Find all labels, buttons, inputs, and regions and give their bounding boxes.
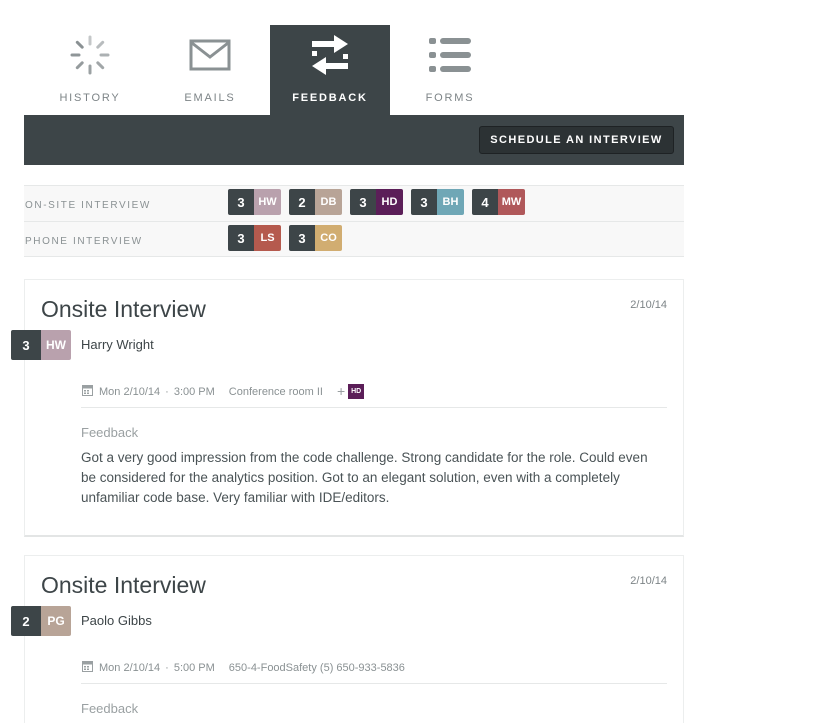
tab-forms[interactable]: FORMS xyxy=(390,25,510,115)
divider xyxy=(81,407,667,408)
candidate-score-badge[interactable]: 2 PG xyxy=(11,606,71,636)
score: 3 xyxy=(411,189,437,215)
calendar-icon xyxy=(82,384,93,399)
score: 3 xyxy=(11,330,41,360)
summary-row-label: PHONE INTERVIEW xyxy=(25,236,143,247)
card-title: Onsite Interview xyxy=(41,296,206,322)
tab-history[interactable]: HISTORY xyxy=(30,25,150,115)
interviewer-badge[interactable]: 3 CO xyxy=(289,225,342,251)
initials: PG xyxy=(41,606,71,636)
interview-date: Mon 2/10/14 xyxy=(99,661,161,674)
interview-summary: ON-SITE INTERVIEW 3 HW 2 DB 3 HD 3 BH 4 … xyxy=(24,185,684,257)
summary-row-phone: PHONE INTERVIEW 3 LS 3 CO xyxy=(24,221,684,257)
schedule-interview-button[interactable]: SCHEDULE AN INTERVIEW xyxy=(479,126,674,154)
add-interviewer-icon[interactable]: + xyxy=(337,384,345,398)
interviewer-badge[interactable]: 2 DB xyxy=(289,189,342,215)
score: 2 xyxy=(289,189,315,215)
interview-meta: Mon 2/10/14 · 3:00 PM Conference room II… xyxy=(82,384,365,399)
interview-time: 3:00 PM xyxy=(173,385,215,398)
score: 2 xyxy=(11,606,41,636)
initials: HD xyxy=(376,189,403,215)
initials: BH xyxy=(437,189,464,215)
score: 3 xyxy=(289,225,315,251)
initials: DB xyxy=(315,189,342,215)
candidate-score-badge[interactable]: 3 HW xyxy=(11,330,71,360)
interviewer-badge[interactable]: 4 MW xyxy=(472,189,525,215)
tab-emails[interactable]: EMAILS xyxy=(150,25,270,115)
feedback-card: Onsite Interview 2/10/14 Harry Wright Mo… xyxy=(24,279,684,537)
initials: HW xyxy=(254,189,281,215)
card-date: 2/10/14 xyxy=(630,299,667,311)
separator-dot: · xyxy=(165,385,169,398)
initials: LS xyxy=(254,225,281,251)
score: 3 xyxy=(228,225,254,251)
feedback-label: Feedback xyxy=(81,701,139,716)
feedback-toolbar: SCHEDULE AN INTERVIEW xyxy=(24,115,684,165)
initials: HW xyxy=(41,330,71,360)
divider xyxy=(81,683,667,684)
interviewer-badges: 3 HW 2 DB 3 HD 3 BH 4 MW xyxy=(228,189,525,215)
card-date: 2/10/14 xyxy=(630,575,667,587)
tab-feedback[interactable]: FEEDBACK xyxy=(270,25,390,115)
feedback-text: Got a very good impression from the code… xyxy=(81,450,648,505)
loading-spinner-icon xyxy=(30,35,150,75)
interview-location: 650-4-FoodSafety (5) 650-933-5836 xyxy=(228,661,405,674)
tab-emails-label: EMAILS xyxy=(184,92,236,104)
tab-history-label: HISTORY xyxy=(59,92,121,104)
extra-interviewer-badge[interactable]: HD xyxy=(348,384,365,399)
score: 3 xyxy=(350,189,376,215)
list-icon xyxy=(390,35,510,75)
score: 3 xyxy=(228,189,254,215)
interviewer-badges: 3 LS 3 CO xyxy=(228,225,342,251)
swap-arrows-icon xyxy=(270,35,390,75)
interviewer-badge[interactable]: 3 HD xyxy=(350,189,403,215)
interview-meta: Mon 2/10/14 · 5:00 PM 650-4-FoodSafety (… xyxy=(82,660,405,675)
tab-forms-label: FORMS xyxy=(425,92,475,104)
interview-time: 5:00 PM xyxy=(173,661,215,674)
interviewer-badge[interactable]: 3 BH xyxy=(411,189,464,215)
interviewer-badge[interactable]: 3 LS xyxy=(228,225,281,251)
summary-row-label: ON-SITE INTERVIEW xyxy=(25,200,151,211)
initials: CO xyxy=(315,225,342,251)
calendar-icon xyxy=(82,660,93,675)
summary-row-onsite: ON-SITE INTERVIEW 3 HW 2 DB 3 HD 3 BH 4 … xyxy=(24,185,684,221)
envelope-icon xyxy=(150,35,270,75)
card-title: Onsite Interview xyxy=(41,572,206,598)
interviewer-badge[interactable]: 3 HW xyxy=(228,189,281,215)
separator-dot: · xyxy=(165,661,169,674)
interview-date: Mon 2/10/14 xyxy=(99,385,161,398)
interview-location: Conference room II xyxy=(228,385,323,398)
interviewer-name[interactable]: Paolo Gibbs xyxy=(81,613,152,628)
interviewer-name[interactable]: Harry Wright xyxy=(81,337,154,352)
initials: MW xyxy=(498,189,525,215)
tab-bar: HISTORY EMAILS FEEDBACK FORMS xyxy=(30,25,510,115)
tab-feedback-label: FEEDBACK xyxy=(292,92,368,104)
feedback-label: Feedback xyxy=(81,425,139,440)
feedback-card: Onsite Interview 2/10/14 Paolo Gibbs Mon… xyxy=(24,555,684,723)
score: 4 xyxy=(472,189,498,215)
